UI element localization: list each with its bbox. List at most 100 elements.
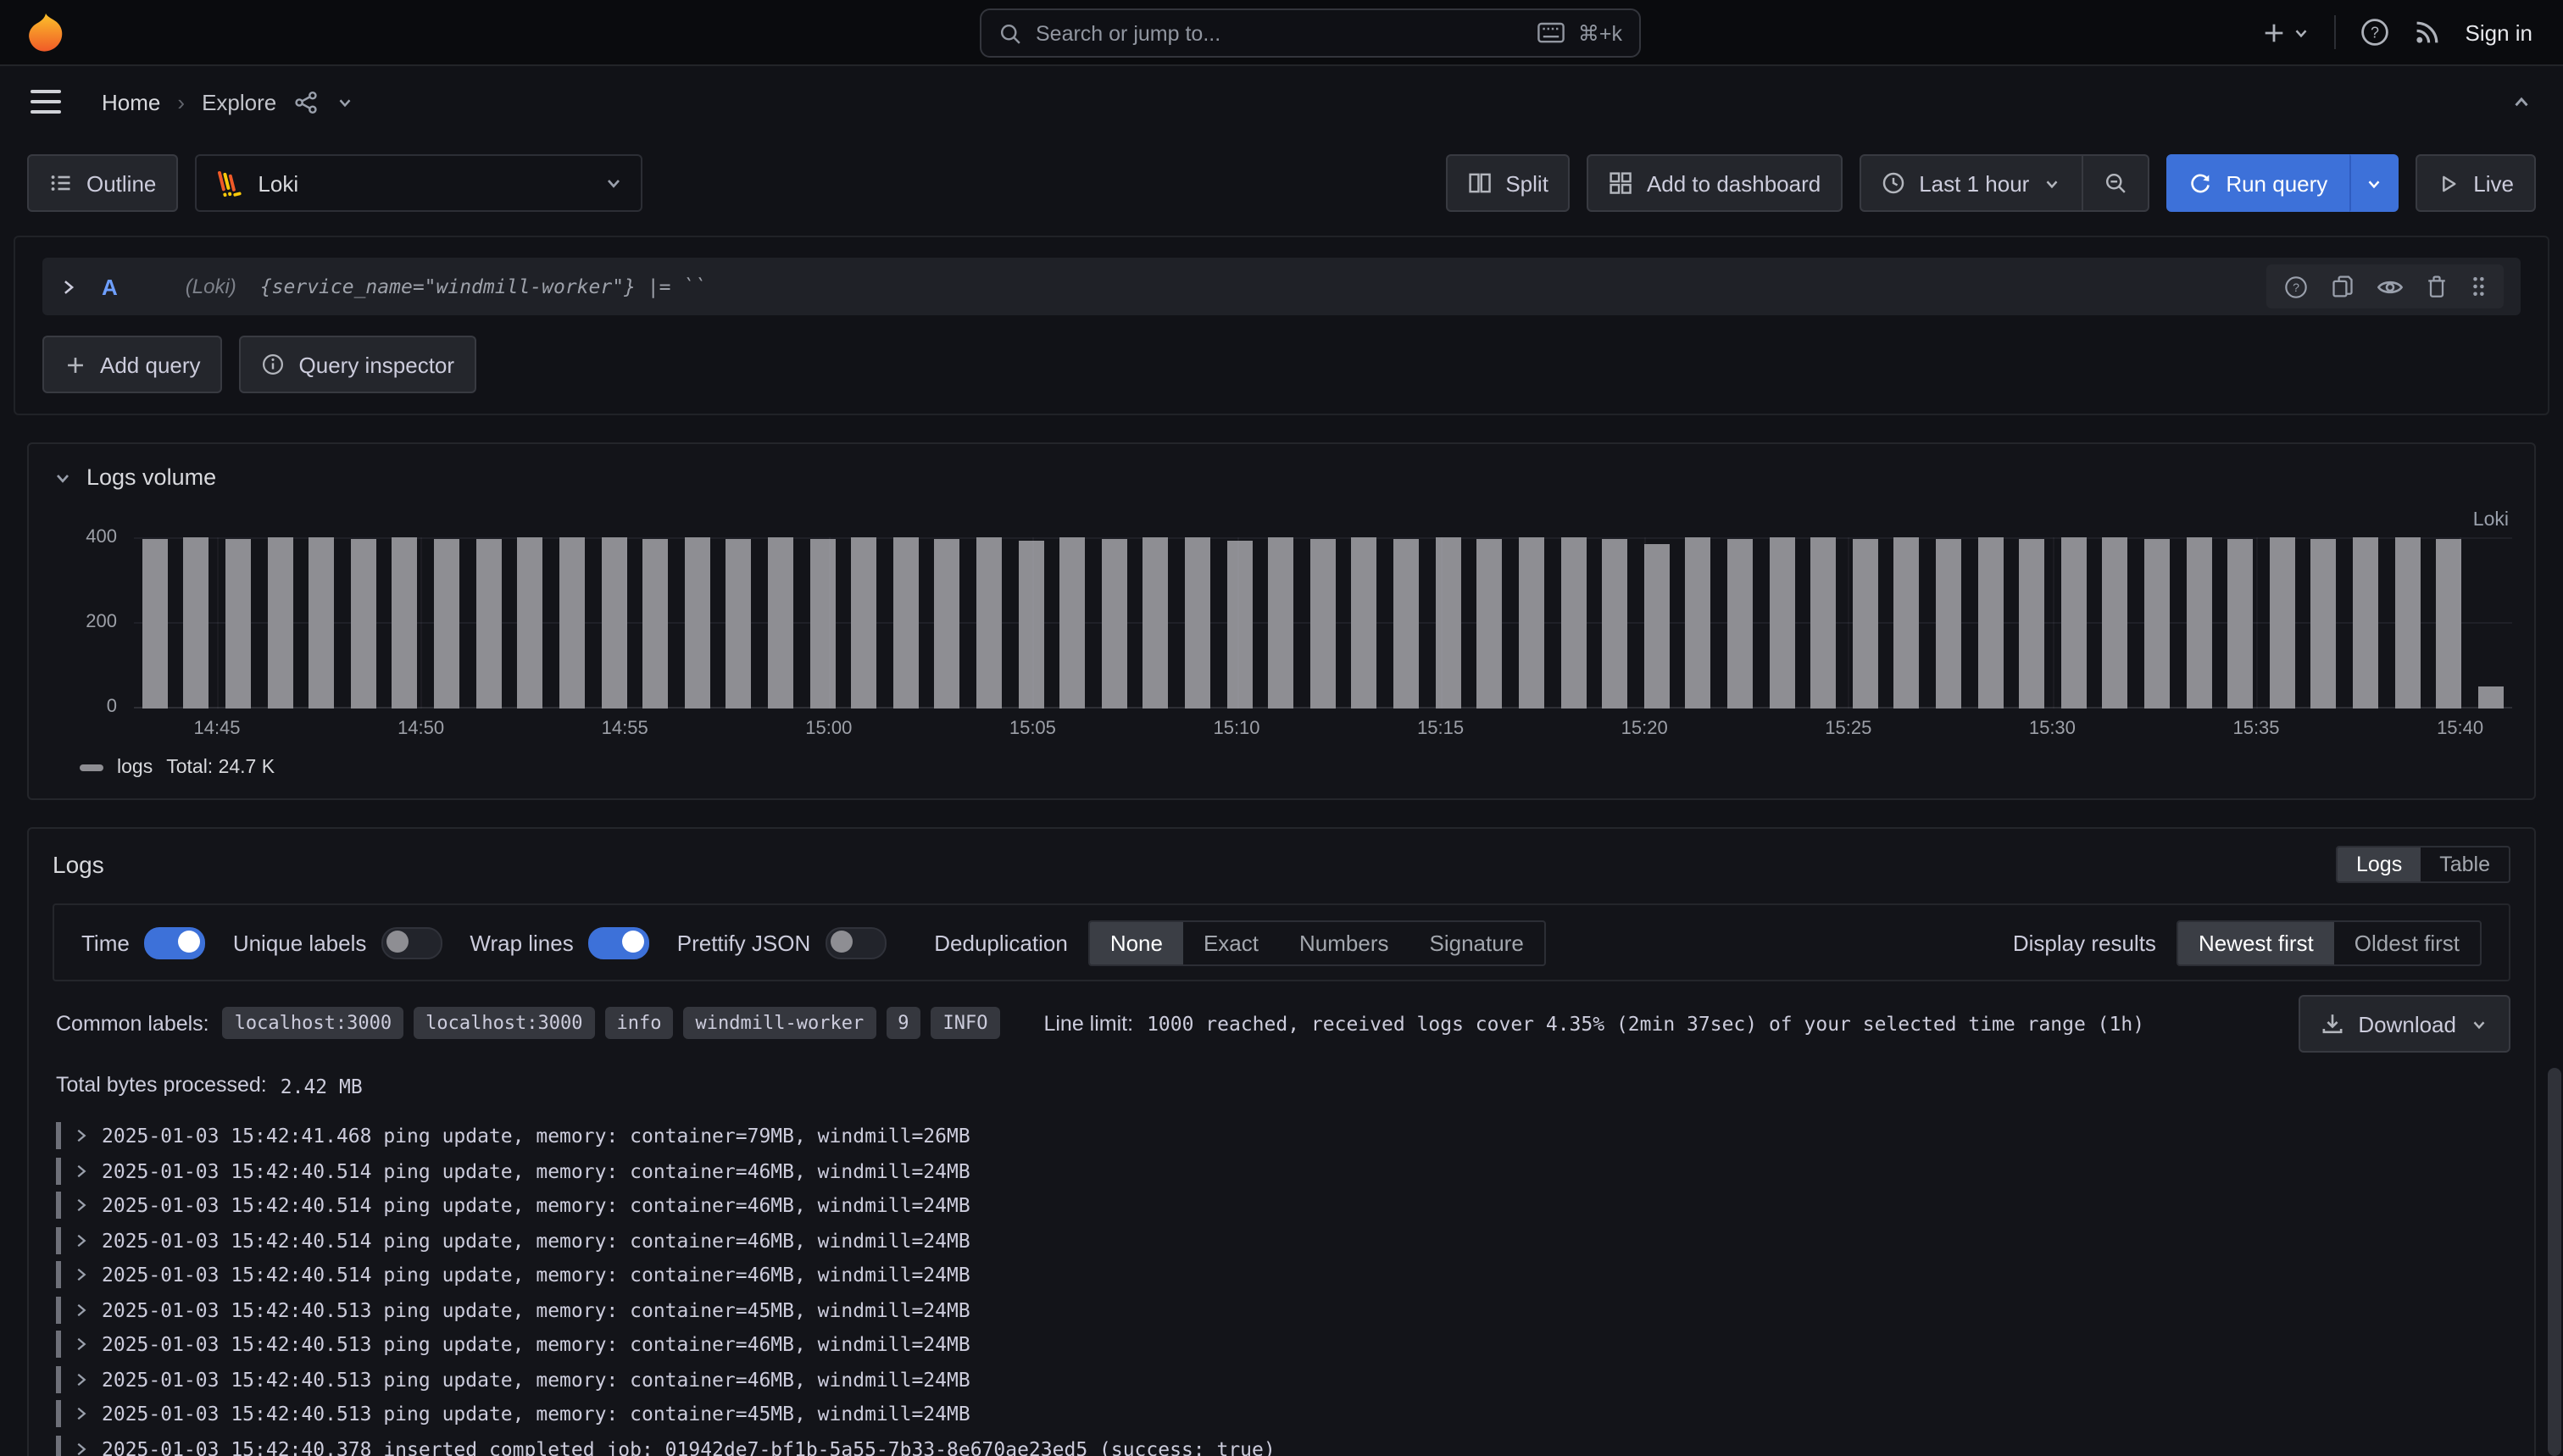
live-button[interactable]: Live: [2416, 154, 2536, 212]
log-row[interactable]: 2025-01-03 15:42:40.514 ping update, mem…: [56, 1258, 2534, 1292]
expand-log-chevron-icon[interactable]: [73, 1302, 90, 1319]
breadcrumb-home[interactable]: Home: [102, 89, 160, 114]
log-row[interactable]: 2025-01-03 15:42:41.468 ping update, mem…: [56, 1119, 2534, 1153]
expand-log-chevron-icon[interactable]: [73, 1163, 90, 1180]
outline-label: Outline: [86, 170, 156, 196]
expand-log-chevron-icon[interactable]: [73, 1371, 90, 1388]
expand-log-chevron-icon[interactable]: [73, 1128, 90, 1145]
menu-toggle-button[interactable]: [31, 90, 61, 114]
breadcrumb-separator: ›: [177, 89, 185, 114]
drag-handle-icon[interactable]: [2470, 275, 2487, 298]
total-bytes-label: Total bytes processed:: [56, 1073, 267, 1098]
total-bytes-value: 2.42 MB: [281, 1073, 363, 1098]
query-row[interactable]: A (Loki) {service_name="windmill-worker"…: [42, 258, 2521, 315]
volume-bar: [2428, 537, 2470, 709]
log-level-bar: [56, 1158, 61, 1185]
display-option-newest-first[interactable]: Newest first: [2178, 921, 2334, 964]
expand-query-chevron-icon[interactable]: [59, 277, 78, 296]
view-option-logs[interactable]: Logs: [2338, 847, 2421, 881]
query-ref-id: A: [102, 274, 118, 299]
log-row[interactable]: 2025-01-03 15:42:40.513 ping update, mem…: [56, 1292, 2534, 1327]
log-row[interactable]: 2025-01-03 15:42:40.513 ping update, mem…: [56, 1327, 2534, 1362]
common-label-badge: localhost:3000: [414, 1007, 594, 1039]
expand-log-chevron-icon[interactable]: [73, 1198, 90, 1214]
x-axis-tick: 14:50: [398, 719, 444, 739]
log-row[interactable]: 2025-01-03 15:42:40.514 ping update, mem…: [56, 1188, 2534, 1223]
legend-series-name[interactable]: logs: [117, 758, 153, 778]
split-button[interactable]: Split: [1446, 154, 1571, 212]
volume-bar: [2178, 537, 2220, 709]
help-button[interactable]: ?: [2360, 17, 2391, 47]
share-icon[interactable]: [293, 89, 319, 114]
add-query-button[interactable]: Add query: [42, 336, 223, 393]
wrap-lines-toggle[interactable]: [589, 926, 650, 959]
dedup-option-none[interactable]: None: [1090, 921, 1183, 964]
run-query-dropdown[interactable]: [2349, 154, 2399, 212]
expand-log-chevron-icon[interactable]: [73, 1337, 90, 1353]
query-help-icon[interactable]: ?: [2283, 274, 2309, 299]
chart-x-axis: 14:4514:5014:5515:0015:0515:1015:1515:20…: [134, 719, 2512, 746]
dashboard-grid-icon: [1610, 171, 1633, 195]
add-to-dashboard-button[interactable]: Add to dashboard: [1587, 154, 1843, 212]
dedup-option-exact[interactable]: Exact: [1183, 921, 1279, 964]
query-inspector-button[interactable]: Query inspector: [240, 336, 477, 393]
hide-query-eye-icon[interactable]: [2377, 275, 2404, 297]
grafana-logo[interactable]: [24, 10, 68, 54]
volume-bar: [1761, 537, 1803, 709]
new-menu-button[interactable]: [2262, 19, 2311, 45]
time-toggle[interactable]: [145, 926, 206, 959]
volume-bar: [2387, 537, 2428, 709]
volume-bar: [1010, 537, 1052, 709]
x-axis-tick: 15:30: [2029, 719, 2076, 739]
delete-query-trash-icon[interactable]: [2426, 275, 2448, 298]
collapse-chevron-up-icon[interactable]: [2510, 91, 2532, 113]
volume-bar: [259, 537, 301, 709]
chart-plot-area[interactable]: Loki: [134, 537, 2512, 709]
volume-bar: [718, 537, 759, 709]
expand-log-chevron-icon[interactable]: [73, 1441, 90, 1456]
prettify-json-toggle[interactable]: [826, 926, 887, 959]
expand-log-chevron-icon[interactable]: [73, 1232, 90, 1249]
breadcrumb-explore[interactable]: Explore: [202, 89, 276, 114]
legend-swatch[interactable]: [80, 764, 103, 771]
volume-bar: [1677, 537, 1719, 709]
log-level-bar: [56, 1227, 61, 1254]
news-rss-button[interactable]: [2415, 19, 2442, 46]
x-axis-tick: 15:10: [1213, 719, 1259, 739]
log-row[interactable]: 2025-01-03 15:42:40.514 ping update, mem…: [56, 1153, 2534, 1188]
datasource-picker[interactable]: Loki: [195, 154, 642, 212]
outline-button[interactable]: Outline: [27, 154, 178, 212]
view-option-table[interactable]: Table: [2421, 847, 2509, 881]
download-button[interactable]: Download: [2299, 995, 2510, 1053]
clock-icon: [1882, 171, 1905, 195]
volume-bar: [2094, 537, 2136, 709]
collapse-section-chevron-icon[interactable]: [53, 467, 73, 487]
x-axis-tick: 15:05: [1009, 719, 1056, 739]
volume-bar: [1552, 537, 1593, 709]
log-row[interactable]: 2025-01-03 15:42:40.378 inserted complet…: [56, 1431, 2534, 1456]
top-nav-bar: Search or jump to... ⌘+k ? Sign in: [0, 0, 2563, 66]
log-level-bar: [56, 1297, 61, 1324]
chevron-down-icon[interactable]: [336, 92, 354, 111]
dedup-option-signature[interactable]: Signature: [1409, 921, 1544, 964]
query-editor-panel: A (Loki) {service_name="windmill-worker"…: [14, 236, 2549, 415]
grafana-explore-page: Search or jump to... ⌘+k ? Sign in Home …: [0, 0, 2563, 1456]
search-input[interactable]: Search or jump to... ⌘+k: [980, 8, 1641, 58]
query-expression[interactable]: {service_name="windmill-worker"} |= ``: [260, 275, 706, 298]
unique-labels-toggle[interactable]: [381, 926, 442, 959]
time-range-picker[interactable]: Last 1 hour: [1860, 154, 2083, 212]
expand-log-chevron-icon[interactable]: [73, 1267, 90, 1284]
display-option-oldest-first[interactable]: Oldest first: [2334, 921, 2480, 964]
log-row[interactable]: 2025-01-03 15:42:40.514 ping update, mem…: [56, 1223, 2534, 1258]
volume-bar: [2137, 537, 2178, 709]
duplicate-query-icon[interactable]: [2331, 275, 2355, 298]
log-level-bar: [56, 1401, 61, 1428]
sign-in-button[interactable]: Sign in: [2466, 19, 2533, 45]
expand-log-chevron-icon[interactable]: [73, 1406, 90, 1423]
page-scrollbar[interactable]: [2548, 1068, 2561, 1456]
run-query-button[interactable]: Run query: [2166, 154, 2349, 212]
log-row[interactable]: 2025-01-03 15:42:40.513 ping update, mem…: [56, 1397, 2534, 1431]
dedup-option-numbers[interactable]: Numbers: [1279, 921, 1409, 964]
log-row[interactable]: 2025-01-03 15:42:40.513 ping update, mem…: [56, 1362, 2534, 1397]
zoom-out-time-button[interactable]: [2083, 154, 2149, 212]
